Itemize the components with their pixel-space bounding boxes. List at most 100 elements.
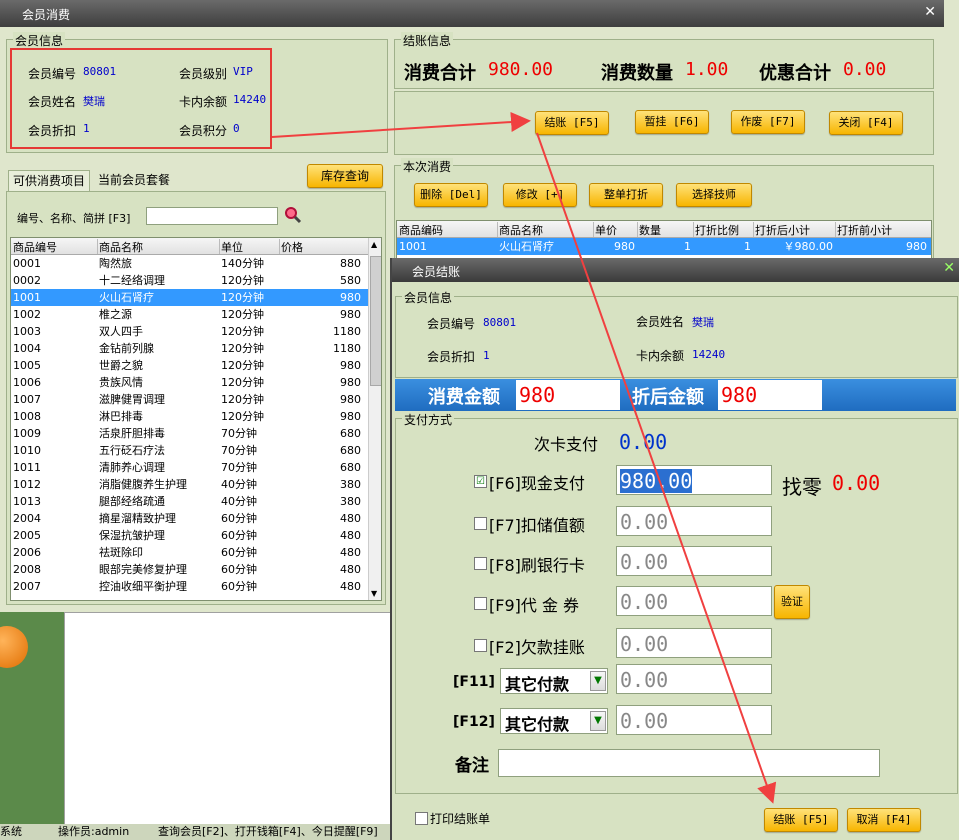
f11-input[interactable]: 0.00 [616, 664, 772, 694]
chevron-down-icon[interactable]: ▼ [590, 671, 606, 691]
product-cell-unit: 120分钟 [221, 410, 264, 423]
product-cell-name: 五行砭石疗法 [99, 444, 165, 457]
product-cell-unit: 60分钟 [221, 580, 257, 593]
table-row[interactable]: 0002 十二经络调理 120分钟 580 [11, 272, 368, 289]
table-row[interactable]: 1005 世爵之貌 120分钟 980 [11, 357, 368, 374]
checkout-button[interactable]: 结账 [F5] [535, 111, 609, 135]
consume-col-before[interactable]: 打折前小计 [837, 222, 929, 237]
member-balance-label: 卡内余额 [179, 95, 228, 109]
dialog-member-name-label: 会员姓名 [636, 315, 685, 329]
table-row[interactable]: 1010 五行砭石疗法 70分钟 680 [11, 442, 368, 459]
table-row[interactable]: 1013 腿部经络疏通 40分钟 380 [11, 493, 368, 510]
dialog-cancel-button[interactable]: 取消 [F4] [847, 808, 921, 832]
table-row[interactable]: 2004 摘星溜精致护理 60分钟 480 [11, 510, 368, 527]
close-button[interactable]: 关闭 [F4] [829, 111, 903, 135]
product-cell-name: 椎之源 [99, 308, 132, 321]
product-cell-price: 1180 [333, 342, 361, 355]
table-row[interactable]: 1008 淋巴排毒 120分钟 980 [11, 408, 368, 425]
consume-col-name[interactable]: 商品名称 [499, 222, 594, 237]
f11-select[interactable]: 其它付款 ▼ [500, 668, 608, 694]
voucher-checkbox[interactable] [474, 597, 487, 610]
table-row[interactable]: 2005 保湿抗皱护理 60分钟 480 [11, 527, 368, 544]
f11-label: [F11] [453, 674, 495, 690]
table-row[interactable]: 1009 活泉肝胆排毒 70分钟 680 [11, 425, 368, 442]
table-row[interactable]: 1006 贵族风情 120分钟 980 [11, 374, 368, 391]
cash-checkbox[interactable]: ☑ [474, 475, 487, 488]
tab-available-items[interactable]: 可供消费项目 [8, 170, 91, 191]
table-row[interactable]: 1003 双人四手 120分钟 1180 [11, 323, 368, 340]
dialog-checkout-button[interactable]: 结账 [F5] [764, 808, 838, 832]
remark-input[interactable] [498, 749, 880, 777]
product-cell-price: 480 [340, 512, 361, 525]
bank-card-input[interactable]: 0.00 [616, 546, 772, 576]
consume-row[interactable]: 1001 火山石肾疗 980 1 1 ￥980.00 980 [397, 238, 931, 255]
table-row[interactable]: 1007 滋脾健胃调理 120分钟 980 [11, 391, 368, 408]
product-cell-name: 火山石肾疗 [99, 291, 154, 304]
modify-button[interactable]: 修改 [+] [503, 183, 577, 207]
product-cell-price: 380 [340, 478, 361, 491]
table-row[interactable]: 1004 金钻前列腺 120分钟 1180 [11, 340, 368, 357]
table-row[interactable]: 1012 消脂健腹养生护理 40分钟 380 [11, 476, 368, 493]
voucher-input[interactable]: 0.00 [616, 586, 772, 616]
credit-input[interactable]: 0.00 [616, 628, 772, 658]
table-row[interactable]: 1001 火山石肾疗 120分钟 980 [11, 289, 368, 306]
stock-query-button[interactable]: 库存查询 [307, 164, 383, 188]
product-cell-name: 世爵之貌 [99, 359, 143, 372]
cash-input[interactable]: 980.00 [616, 465, 772, 495]
product-col-unit[interactable]: 单位 [221, 239, 280, 254]
product-cell-code: 1002 [13, 308, 41, 321]
scroll-down-icon[interactable]: ▼ [371, 589, 377, 598]
f12-select[interactable]: 其它付款 ▼ [500, 708, 608, 734]
consume-col-price[interactable]: 单价 [595, 222, 638, 237]
product-col-price[interactable]: 价格 [281, 239, 367, 254]
search-icon[interactable] [284, 206, 302, 224]
product-col-name[interactable]: 商品名称 [99, 239, 220, 254]
credit-checkbox[interactable] [474, 639, 487, 652]
consume-col-after[interactable]: 打折后小计 [755, 222, 836, 237]
dialog-member-name-value: 樊瑞 [692, 316, 714, 329]
bank-card-checkbox[interactable] [474, 557, 487, 570]
product-cell-unit: 60分钟 [221, 546, 257, 559]
consume-col-qty[interactable]: 数量 [639, 222, 694, 237]
close-icon[interactable]: ✕ [924, 4, 936, 20]
scroll-up-icon[interactable]: ▲ [371, 240, 377, 249]
table-row[interactable]: 2006 祛斑除印 60分钟 480 [11, 544, 368, 561]
member-no-label: 会员编号 [28, 67, 77, 81]
table-row[interactable]: 1002 椎之源 120分钟 980 [11, 306, 368, 323]
product-cell-name: 消脂健腹养生护理 [99, 478, 187, 491]
product-cell-unit: 60分钟 [221, 529, 257, 542]
table-row[interactable]: 2008 眼部完美修复护理 60分钟 480 [11, 561, 368, 578]
product-cell-name: 双人四手 [99, 325, 143, 338]
order-discount-button[interactable]: 整单打折 [589, 183, 663, 207]
table-row[interactable]: 1011 清肺养心调理 70分钟 680 [11, 459, 368, 476]
status-bar: 系统 操作员:admin 查询会员[F2]、打开钱箱[F4]、今日提醒[F9] [0, 824, 392, 840]
consume-col-code[interactable]: 商品编码 [399, 222, 498, 237]
chevron-down-icon[interactable]: ▼ [590, 711, 606, 731]
table-row[interactable]: 2007 控油收细平衡护理 60分钟 480 [11, 578, 368, 595]
dialog-close-icon[interactable]: ✕ [943, 260, 955, 276]
select-technician-button[interactable]: 选择技师 [676, 183, 752, 207]
scroll-thumb[interactable] [370, 256, 381, 386]
member-discount-value: 1 [83, 122, 90, 135]
search-input[interactable] [146, 207, 278, 225]
product-cell-unit: 60分钟 [221, 563, 257, 576]
tab-member-packages[interactable]: 当前会员套餐 [94, 170, 174, 190]
cash-value: 980.00 [620, 469, 693, 493]
suspend-button[interactable]: 暂挂 [F6] [635, 110, 709, 134]
amount-value: 980 [519, 383, 556, 407]
delete-button[interactable]: 删除 [Del] [414, 183, 488, 207]
product-table-scrollbar[interactable]: ▲ ▼ [368, 238, 381, 600]
member-points-value: 0 [233, 122, 240, 135]
verify-button[interactable]: 验证 [774, 585, 810, 619]
f12-input[interactable]: 0.00 [616, 705, 772, 735]
consume-col-ratio[interactable]: 打折比例 [695, 222, 754, 237]
discount-total-label: 优惠合计 [759, 63, 831, 84]
stored-value-input[interactable]: 0.00 [616, 506, 772, 536]
print-receipt-checkbox[interactable] [415, 812, 428, 825]
product-col-code[interactable]: 商品编号 [13, 239, 98, 254]
stored-value-checkbox[interactable] [474, 517, 487, 530]
product-cell-unit: 120分钟 [221, 342, 264, 355]
table-row[interactable]: 0001 陶然旅 140分钟 880 [11, 255, 368, 272]
product-cell-price: 380 [340, 495, 361, 508]
void-button[interactable]: 作废 [F7] [731, 110, 805, 134]
